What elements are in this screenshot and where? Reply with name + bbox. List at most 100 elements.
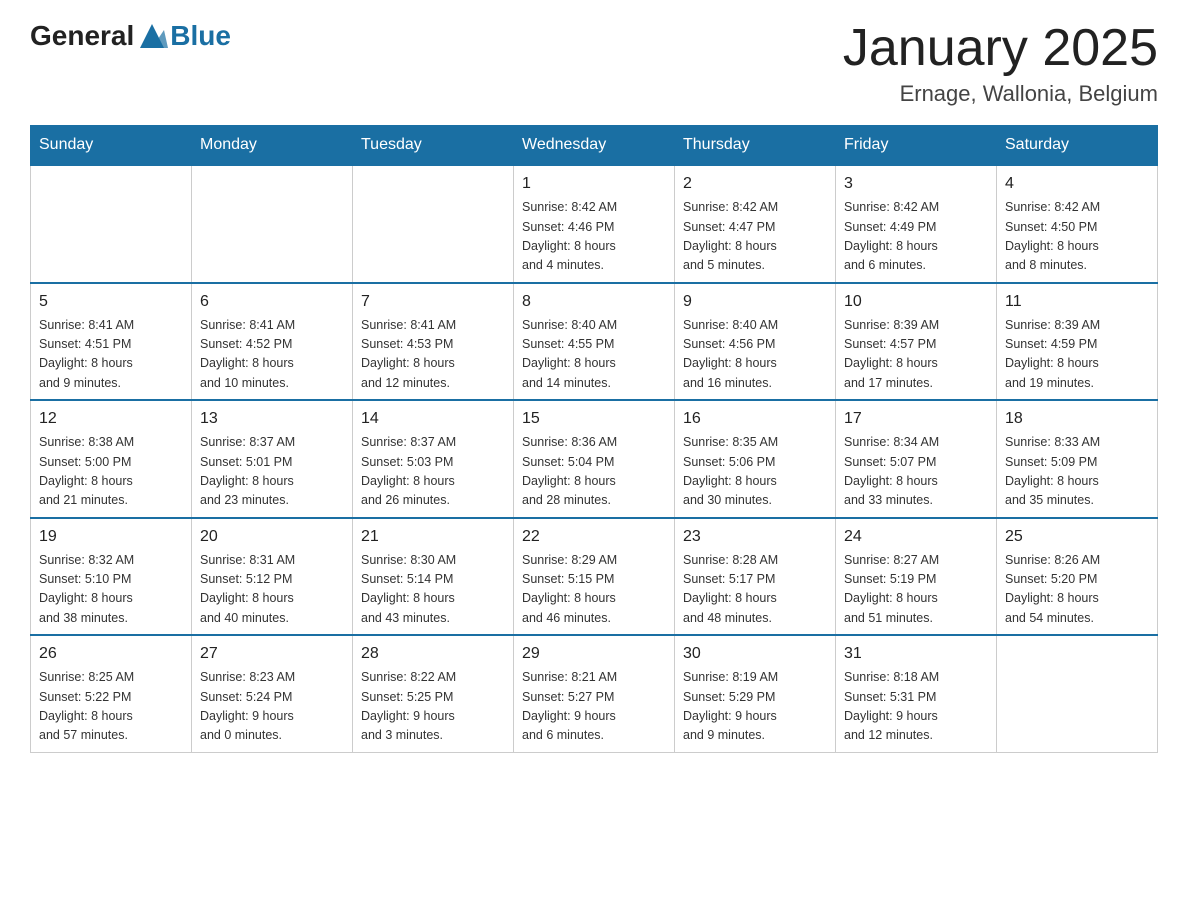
day-info: Sunrise: 8:42 AM Sunset: 4:47 PM Dayligh…: [683, 198, 827, 276]
day-number: 21: [361, 525, 505, 549]
calendar-cell: 8Sunrise: 8:40 AM Sunset: 4:55 PM Daylig…: [514, 283, 675, 401]
calendar-cell: 28Sunrise: 8:22 AM Sunset: 5:25 PM Dayli…: [353, 635, 514, 752]
calendar-cell: 20Sunrise: 8:31 AM Sunset: 5:12 PM Dayli…: [192, 518, 353, 636]
day-number: 10: [844, 290, 988, 314]
day-number: 22: [522, 525, 666, 549]
calendar-cell: 24Sunrise: 8:27 AM Sunset: 5:19 PM Dayli…: [836, 518, 997, 636]
day-info: Sunrise: 8:22 AM Sunset: 5:25 PM Dayligh…: [361, 668, 505, 746]
weekday-header-thursday: Thursday: [675, 126, 836, 166]
day-info: Sunrise: 8:18 AM Sunset: 5:31 PM Dayligh…: [844, 668, 988, 746]
day-number: 2: [683, 172, 827, 196]
calendar-cell: 1Sunrise: 8:42 AM Sunset: 4:46 PM Daylig…: [514, 165, 675, 283]
calendar-cell: 17Sunrise: 8:34 AM Sunset: 5:07 PM Dayli…: [836, 400, 997, 518]
calendar-week-row: 19Sunrise: 8:32 AM Sunset: 5:10 PM Dayli…: [31, 518, 1158, 636]
day-info: Sunrise: 8:39 AM Sunset: 4:59 PM Dayligh…: [1005, 316, 1149, 394]
day-number: 15: [522, 407, 666, 431]
logo-icon: [136, 20, 168, 52]
title-area: January 2025 Ernage, Wallonia, Belgium: [843, 20, 1158, 107]
calendar-cell: 27Sunrise: 8:23 AM Sunset: 5:24 PM Dayli…: [192, 635, 353, 752]
day-info: Sunrise: 8:32 AM Sunset: 5:10 PM Dayligh…: [39, 551, 183, 629]
day-number: 16: [683, 407, 827, 431]
weekday-header-sunday: Sunday: [31, 126, 192, 166]
calendar-week-row: 1Sunrise: 8:42 AM Sunset: 4:46 PM Daylig…: [31, 165, 1158, 283]
day-info: Sunrise: 8:36 AM Sunset: 5:04 PM Dayligh…: [522, 433, 666, 511]
calendar-cell: [31, 165, 192, 283]
day-info: Sunrise: 8:40 AM Sunset: 4:55 PM Dayligh…: [522, 316, 666, 394]
day-info: Sunrise: 8:41 AM Sunset: 4:52 PM Dayligh…: [200, 316, 344, 394]
day-number: 26: [39, 642, 183, 666]
day-info: Sunrise: 8:34 AM Sunset: 5:07 PM Dayligh…: [844, 433, 988, 511]
day-info: Sunrise: 8:31 AM Sunset: 5:12 PM Dayligh…: [200, 551, 344, 629]
weekday-header-monday: Monday: [192, 126, 353, 166]
calendar-week-row: 12Sunrise: 8:38 AM Sunset: 5:00 PM Dayli…: [31, 400, 1158, 518]
calendar-cell: 3Sunrise: 8:42 AM Sunset: 4:49 PM Daylig…: [836, 165, 997, 283]
day-info: Sunrise: 8:35 AM Sunset: 5:06 PM Dayligh…: [683, 433, 827, 511]
day-info: Sunrise: 8:42 AM Sunset: 4:50 PM Dayligh…: [1005, 198, 1149, 276]
day-number: 28: [361, 642, 505, 666]
day-number: 12: [39, 407, 183, 431]
day-info: Sunrise: 8:21 AM Sunset: 5:27 PM Dayligh…: [522, 668, 666, 746]
logo: General Blue: [30, 20, 231, 52]
calendar-cell: 26Sunrise: 8:25 AM Sunset: 5:22 PM Dayli…: [31, 635, 192, 752]
day-number: 7: [361, 290, 505, 314]
day-number: 14: [361, 407, 505, 431]
day-number: 9: [683, 290, 827, 314]
calendar-cell: 21Sunrise: 8:30 AM Sunset: 5:14 PM Dayli…: [353, 518, 514, 636]
day-number: 20: [200, 525, 344, 549]
calendar-cell: [353, 165, 514, 283]
day-info: Sunrise: 8:27 AM Sunset: 5:19 PM Dayligh…: [844, 551, 988, 629]
calendar-cell: 12Sunrise: 8:38 AM Sunset: 5:00 PM Dayli…: [31, 400, 192, 518]
day-number: 23: [683, 525, 827, 549]
day-number: 27: [200, 642, 344, 666]
day-number: 6: [200, 290, 344, 314]
weekday-row: SundayMondayTuesdayWednesdayThursdayFrid…: [31, 126, 1158, 166]
day-info: Sunrise: 8:26 AM Sunset: 5:20 PM Dayligh…: [1005, 551, 1149, 629]
calendar-cell: 5Sunrise: 8:41 AM Sunset: 4:51 PM Daylig…: [31, 283, 192, 401]
day-info: Sunrise: 8:41 AM Sunset: 4:51 PM Dayligh…: [39, 316, 183, 394]
day-info: Sunrise: 8:42 AM Sunset: 4:49 PM Dayligh…: [844, 198, 988, 276]
calendar-cell: 29Sunrise: 8:21 AM Sunset: 5:27 PM Dayli…: [514, 635, 675, 752]
page-header: General Blue January 2025 Ernage, Wallon…: [30, 20, 1158, 107]
calendar-cell: 31Sunrise: 8:18 AM Sunset: 5:31 PM Dayli…: [836, 635, 997, 752]
calendar-cell: 13Sunrise: 8:37 AM Sunset: 5:01 PM Dayli…: [192, 400, 353, 518]
calendar-cell: 6Sunrise: 8:41 AM Sunset: 4:52 PM Daylig…: [192, 283, 353, 401]
calendar-title: January 2025: [843, 20, 1158, 77]
day-info: Sunrise: 8:25 AM Sunset: 5:22 PM Dayligh…: [39, 668, 183, 746]
day-info: Sunrise: 8:38 AM Sunset: 5:00 PM Dayligh…: [39, 433, 183, 511]
day-number: 31: [844, 642, 988, 666]
day-number: 3: [844, 172, 988, 196]
calendar-cell: 19Sunrise: 8:32 AM Sunset: 5:10 PM Dayli…: [31, 518, 192, 636]
day-info: Sunrise: 8:33 AM Sunset: 5:09 PM Dayligh…: [1005, 433, 1149, 511]
calendar-cell: [192, 165, 353, 283]
calendar-cell: 10Sunrise: 8:39 AM Sunset: 4:57 PM Dayli…: [836, 283, 997, 401]
day-info: Sunrise: 8:30 AM Sunset: 5:14 PM Dayligh…: [361, 551, 505, 629]
weekday-header-friday: Friday: [836, 126, 997, 166]
day-info: Sunrise: 8:42 AM Sunset: 4:46 PM Dayligh…: [522, 198, 666, 276]
day-number: 29: [522, 642, 666, 666]
calendar-cell: 4Sunrise: 8:42 AM Sunset: 4:50 PM Daylig…: [997, 165, 1158, 283]
day-info: Sunrise: 8:37 AM Sunset: 5:03 PM Dayligh…: [361, 433, 505, 511]
calendar-cell: 14Sunrise: 8:37 AM Sunset: 5:03 PM Dayli…: [353, 400, 514, 518]
calendar-cell: 11Sunrise: 8:39 AM Sunset: 4:59 PM Dayli…: [997, 283, 1158, 401]
day-number: 30: [683, 642, 827, 666]
day-number: 25: [1005, 525, 1149, 549]
calendar-cell: 2Sunrise: 8:42 AM Sunset: 4:47 PM Daylig…: [675, 165, 836, 283]
day-number: 18: [1005, 407, 1149, 431]
calendar-cell: 7Sunrise: 8:41 AM Sunset: 4:53 PM Daylig…: [353, 283, 514, 401]
calendar-cell: 15Sunrise: 8:36 AM Sunset: 5:04 PM Dayli…: [514, 400, 675, 518]
day-info: Sunrise: 8:28 AM Sunset: 5:17 PM Dayligh…: [683, 551, 827, 629]
day-number: 1: [522, 172, 666, 196]
day-number: 19: [39, 525, 183, 549]
calendar-subtitle: Ernage, Wallonia, Belgium: [843, 81, 1158, 107]
calendar-cell: 18Sunrise: 8:33 AM Sunset: 5:09 PM Dayli…: [997, 400, 1158, 518]
day-info: Sunrise: 8:23 AM Sunset: 5:24 PM Dayligh…: [200, 668, 344, 746]
calendar-cell: 16Sunrise: 8:35 AM Sunset: 5:06 PM Dayli…: [675, 400, 836, 518]
day-number: 24: [844, 525, 988, 549]
day-info: Sunrise: 8:29 AM Sunset: 5:15 PM Dayligh…: [522, 551, 666, 629]
day-number: 8: [522, 290, 666, 314]
day-number: 17: [844, 407, 988, 431]
calendar-cell: 30Sunrise: 8:19 AM Sunset: 5:29 PM Dayli…: [675, 635, 836, 752]
day-info: Sunrise: 8:40 AM Sunset: 4:56 PM Dayligh…: [683, 316, 827, 394]
logo-text-general: General: [30, 20, 134, 52]
day-info: Sunrise: 8:41 AM Sunset: 4:53 PM Dayligh…: [361, 316, 505, 394]
